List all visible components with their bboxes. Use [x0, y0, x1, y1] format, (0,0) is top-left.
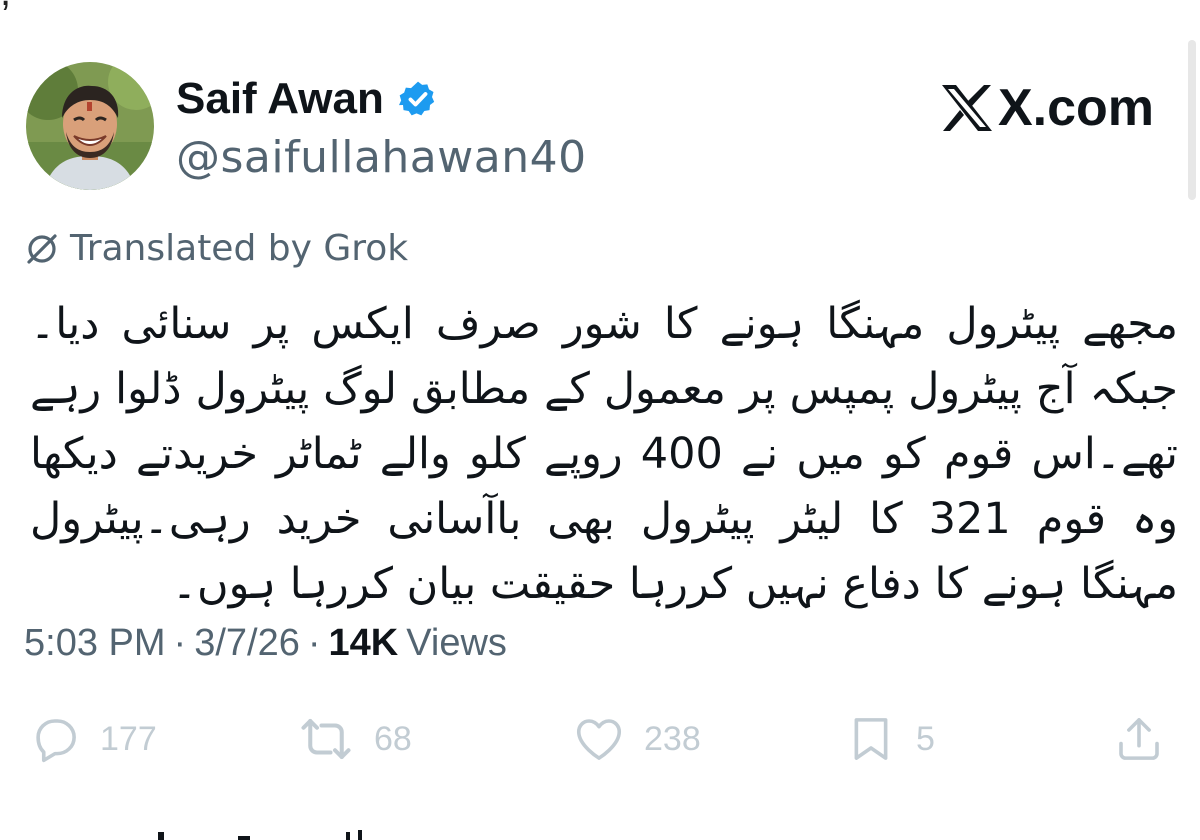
meta-separator: ·	[173, 622, 187, 664]
reply-icon	[28, 712, 82, 766]
like-button[interactable]: 238	[572, 712, 701, 766]
scrollbar[interactable]	[1188, 40, 1196, 200]
author-display-name[interactable]: Saif Awan	[176, 74, 384, 124]
heart-icon	[572, 712, 626, 766]
brand-logo: X.com	[940, 78, 1154, 138]
x-logo-icon	[940, 83, 994, 133]
share-icon	[1112, 712, 1166, 766]
repost-icon	[296, 712, 356, 766]
bookmark-count: 5	[916, 719, 935, 758]
next-post-fragment	[158, 830, 362, 840]
translated-by-grok[interactable]: Translated by Grok	[24, 228, 408, 269]
post-meta: 5:03 PM · 3/7/26 · 14K Views	[24, 622, 507, 665]
verified-badge-icon	[398, 79, 438, 119]
translated-label: Translated by Grok	[70, 228, 409, 269]
repost-button[interactable]: 68	[296, 712, 412, 766]
top-cut-off-mark: ,	[0, 0, 11, 15]
views-count: 14K	[328, 622, 399, 664]
author-handle[interactable]: @saifullahawan40	[176, 132, 587, 183]
bookmark-button[interactable]: 5	[844, 712, 935, 766]
post-time[interactable]: 5:03 PM	[24, 622, 166, 665]
brand-text: X.com	[997, 79, 1154, 137]
like-count: 238	[644, 719, 701, 758]
bookmark-icon	[844, 712, 898, 766]
views-label: Views	[406, 622, 507, 664]
action-bar: 177 68 238 5	[24, 712, 1174, 772]
share-button[interactable]	[1112, 712, 1166, 766]
grok-icon	[24, 231, 60, 267]
repost-count: 68	[374, 719, 412, 758]
reply-count: 177	[100, 719, 157, 758]
reply-button[interactable]: 177	[28, 712, 157, 766]
meta-separator: ·	[307, 622, 321, 664]
avatar[interactable]	[26, 62, 154, 190]
post-date[interactable]: 3/7/26	[194, 622, 300, 665]
post-text: مجھے پیٹرول مہنگا ہونے کا شور صرف ایکس پ…	[30, 299, 1178, 609]
author-name-row[interactable]: Saif Awan	[176, 74, 438, 124]
